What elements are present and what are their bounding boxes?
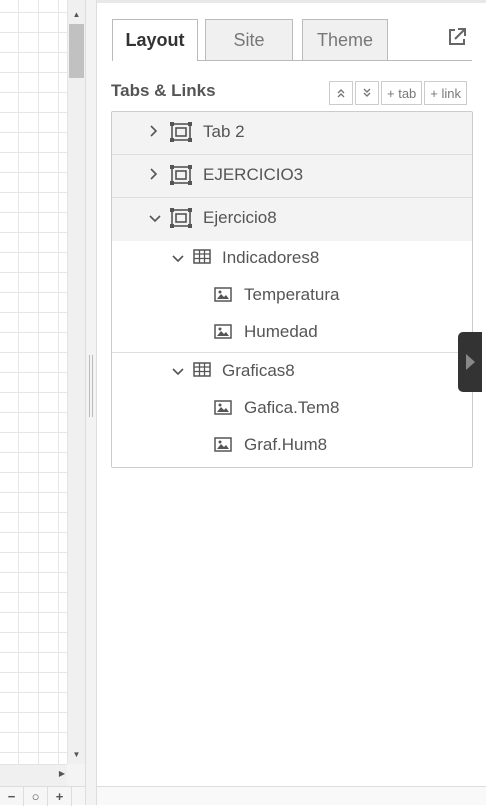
section-title: Tabs & Links xyxy=(111,81,216,100)
zoom-out-button[interactable]: − xyxy=(0,787,24,806)
sidebar-tabs: Layout Site Theme xyxy=(112,19,472,61)
chevron-right-icon[interactable] xyxy=(148,167,158,184)
double-chevron-up-icon xyxy=(337,89,345,98)
tree-widget-label: Humedad xyxy=(244,322,318,341)
expand-all-button[interactable] xyxy=(329,81,353,105)
sidebar-resize-handle[interactable] xyxy=(85,0,97,805)
open-dashboard-icon[interactable] xyxy=(446,26,468,48)
tree-widget-row[interactable]: Gafica.Tem8 xyxy=(112,391,472,428)
image-icon xyxy=(214,287,232,307)
grip-icon xyxy=(89,355,93,417)
scroll-up-icon[interactable]: ▲ xyxy=(68,6,85,22)
tree-widget-label: Graf.Hum8 xyxy=(244,435,328,454)
tree-tab-label: EJERCICIO3 xyxy=(203,165,304,184)
tabs-links-tree: Tab 2 EJERCICIO3 Ejercicio8 Indicadores8… xyxy=(111,111,473,468)
tab-site[interactable]: Site xyxy=(205,19,293,60)
scroll-thumb[interactable] xyxy=(69,24,84,78)
tree-widget-label: Gafica.Tem8 xyxy=(244,398,340,417)
sidebar-footer xyxy=(97,786,486,805)
vertical-scrollbar[interactable]: ▲ ▼ xyxy=(67,0,85,764)
zoom-in-button[interactable]: + xyxy=(48,787,72,806)
image-icon xyxy=(214,324,232,344)
tree-widget-label: Temperatura xyxy=(244,285,340,304)
add-tab-button[interactable]: + tab xyxy=(381,81,423,105)
canvas-grid[interactable] xyxy=(0,0,67,764)
tree-tab-row[interactable]: EJERCICIO3 xyxy=(112,155,472,198)
image-icon xyxy=(214,437,232,457)
table-icon xyxy=(193,249,211,269)
image-icon xyxy=(214,400,232,420)
tree-tab-row[interactable]: Ejercicio8 xyxy=(112,198,472,241)
tab-layout[interactable]: Layout xyxy=(112,19,198,61)
scroll-down-icon[interactable]: ▼ xyxy=(68,746,85,762)
dashboard-sidebar: Layout Site Theme Tabs & Links + tab + l… xyxy=(97,0,486,805)
scroll-right-icon[interactable]: ▶ xyxy=(59,769,65,778)
add-link-button[interactable]: + link xyxy=(424,81,467,105)
collapse-all-button[interactable] xyxy=(355,81,379,105)
sidebar-top-border xyxy=(97,0,486,3)
tree-group-label: Graficas8 xyxy=(222,361,295,380)
tree-group-row[interactable]: Graficas8 xyxy=(112,354,472,391)
tree-group-row[interactable]: Indicadores8 xyxy=(112,241,472,278)
tree-tab-label: Tab 2 xyxy=(203,122,245,141)
tree-widget-row[interactable]: Temperatura xyxy=(112,278,472,315)
tree-tab-row[interactable]: Tab 2 xyxy=(112,112,472,155)
chevron-down-icon[interactable] xyxy=(171,252,185,267)
play-arrow-icon xyxy=(466,354,475,370)
zoom-reset-button[interactable]: ○ xyxy=(24,787,48,806)
tree-group-label: Indicadores8 xyxy=(222,248,320,267)
tab-theme[interactable]: Theme xyxy=(302,19,388,60)
tree-actions: + tab + link xyxy=(329,81,467,105)
flow-canvas[interactable]: ▲ ▼ ▶ − ○ + xyxy=(0,0,86,806)
tree-widget-row[interactable]: Graf.Hum8 xyxy=(112,428,472,465)
tab-frame-icon xyxy=(170,122,192,147)
sidebar-collapse-button[interactable] xyxy=(458,332,482,392)
tree-tab-label: Ejercicio8 xyxy=(203,208,277,227)
chevron-right-icon[interactable] xyxy=(148,124,158,141)
tree-widget-row[interactable]: Humedad xyxy=(112,315,472,353)
double-chevron-down-icon xyxy=(363,88,371,97)
chevron-down-icon[interactable] xyxy=(148,212,162,227)
horizontal-scrollbar[interactable]: ▶ xyxy=(0,764,67,786)
tab-frame-icon xyxy=(170,165,192,190)
zoom-controls: − ○ + xyxy=(0,786,86,806)
chevron-down-icon[interactable] xyxy=(171,365,185,380)
tab-frame-icon xyxy=(170,208,192,233)
table-icon xyxy=(193,362,211,382)
